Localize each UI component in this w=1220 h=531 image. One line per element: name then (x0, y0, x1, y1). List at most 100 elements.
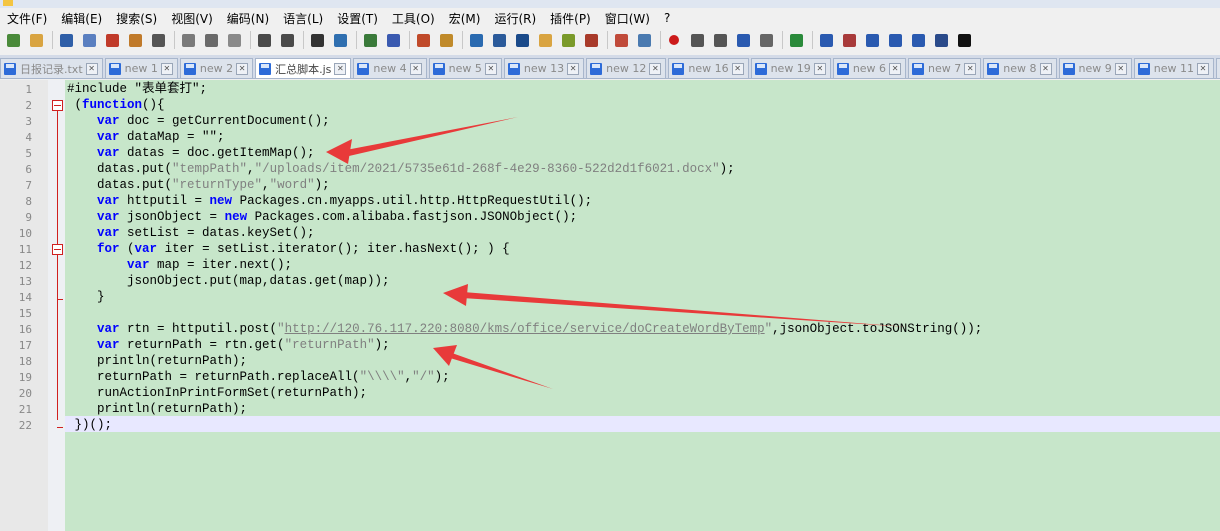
close-tab-icon[interactable]: ✕ (484, 62, 497, 75)
menu-item-10[interactable]: 插件(P) (543, 10, 598, 27)
indent-guide-icon[interactable] (512, 31, 532, 49)
replace-icon[interactable] (330, 31, 350, 49)
sync-vertical-icon[interactable] (413, 31, 433, 49)
close-tab-icon[interactable]: ✕ (889, 62, 902, 75)
folder-icon[interactable] (611, 31, 631, 49)
close-tab-icon[interactable]: ✕ (1196, 62, 1209, 75)
tab-4[interactable]: new 4 ✕ (353, 58, 427, 78)
tab-5[interactable]: new 5 ✕ (428, 58, 502, 78)
sync-horizontal-icon[interactable] (436, 31, 456, 49)
menu-item-11[interactable]: 窗口(W) (598, 10, 657, 27)
menu-item-4[interactable]: 编码(N) (220, 10, 276, 27)
new-file-icon[interactable] (3, 31, 23, 49)
tab-10[interactable]: new 6 ✕ (832, 58, 907, 78)
menu-item-0[interactable]: 文件(F) (0, 10, 54, 27)
code-line: var rtn = httputil.post("http://120.76.1… (67, 321, 982, 337)
menu-item-12[interactable]: ? (657, 11, 677, 25)
close-tab-icon[interactable]: ✕ (160, 62, 173, 75)
close-tab-icon[interactable]: ✕ (567, 62, 580, 75)
play-macro-icon[interactable] (710, 31, 730, 49)
menu-item-9[interactable]: 运行(R) (487, 10, 543, 27)
markdown-icon[interactable] (954, 31, 974, 49)
tab-13[interactable]: new 9 ✕ (1058, 58, 1132, 78)
zoom-out-icon[interactable] (383, 31, 403, 49)
list-icon[interactable] (816, 31, 836, 49)
close-tab-icon[interactable]: ✕ (409, 62, 422, 75)
monitor-icon[interactable] (634, 31, 654, 49)
menu-item-1[interactable]: 编辑(E) (54, 10, 109, 27)
close-tab-icon[interactable]: ✕ (731, 62, 744, 75)
code-line: var datas = doc.getItemMap(); (67, 145, 315, 161)
function-list-icon[interactable] (581, 31, 601, 49)
close-tab-icon[interactable]: ✕ (236, 62, 249, 75)
close-tab-icon[interactable]: ✕ (1039, 62, 1052, 75)
tab-1[interactable]: new 1 ✕ (104, 58, 178, 78)
fold-toggle-for[interactable] (52, 244, 63, 255)
tab-15[interactable]: new 15✕ (1215, 58, 1220, 78)
tab-9[interactable]: new 19 ✕ (750, 58, 831, 78)
tab-3[interactable]: 汇总脚本.js ✕ (255, 58, 352, 78)
tab-14[interactable]: new 11 ✕ (1133, 58, 1214, 78)
open-file-icon[interactable] (26, 31, 46, 49)
code-token: ); (374, 338, 390, 352)
down-icon[interactable] (885, 31, 905, 49)
tab-0[interactable]: 日报记录.txt ✕ (0, 58, 103, 78)
close-all-icon[interactable] (125, 31, 145, 49)
save-macro-icon[interactable] (756, 31, 776, 49)
close-tab-icon[interactable]: ✕ (1114, 62, 1127, 75)
code-token: datas.put( (67, 178, 173, 192)
tab-7[interactable]: new 12 ✕ (586, 58, 667, 78)
string-token: "returnType" (172, 178, 263, 192)
up-icon[interactable] (862, 31, 882, 49)
menu-item-7[interactable]: 工具(O) (385, 10, 442, 27)
sort-icon[interactable] (908, 31, 928, 49)
zoom-in-icon[interactable] (360, 31, 380, 49)
save-all-icon[interactable] (79, 31, 99, 49)
save-icon[interactable] (56, 31, 76, 49)
insert-icon[interactable] (786, 31, 806, 49)
format-icon[interactable] (839, 31, 859, 49)
close-tab-icon[interactable]: ✕ (813, 62, 826, 75)
show-all-chars-icon[interactable] (489, 31, 509, 49)
fold-toggle-function[interactable] (52, 100, 63, 111)
close-tab-icon[interactable]: ✕ (334, 62, 347, 75)
cut-icon[interactable] (178, 31, 198, 49)
find-icon[interactable] (307, 31, 327, 49)
url-link[interactable]: http://120.76.117.220:8080/kms/office/se… (285, 322, 765, 336)
menu-item-2[interactable]: 搜索(S) (109, 10, 164, 27)
menu-item-3[interactable]: 视图(V) (164, 10, 220, 27)
close-icon[interactable] (102, 31, 122, 49)
code-token: (){ (142, 98, 165, 112)
record-macro-icon[interactable] (664, 31, 684, 49)
menu-item-5[interactable]: 语言(L) (276, 10, 330, 27)
code-token: map = iter.next(); (149, 258, 293, 272)
menu-item-6[interactable]: 设置(T) (330, 10, 385, 27)
redo-icon[interactable] (277, 31, 297, 49)
code-token: setList = datas.keySet(); (119, 226, 315, 240)
tab-11[interactable]: new 7 ✕ (908, 58, 982, 78)
tab-2[interactable]: new 2 ✕ (179, 58, 254, 78)
keyword-token: function (82, 98, 143, 112)
tab-6[interactable]: new 13 ✕ (503, 58, 585, 78)
code-token: datas.put( (67, 162, 173, 176)
doc-map-icon[interactable] (558, 31, 578, 49)
close-tab-icon[interactable]: ✕ (649, 62, 662, 75)
line-number: 4 (25, 131, 32, 144)
paste-icon[interactable] (224, 31, 244, 49)
folder-workspace-icon[interactable] (535, 31, 555, 49)
stop-macro-icon[interactable] (687, 31, 707, 49)
menu-item-8[interactable]: 宏(M) (442, 10, 488, 27)
tab-8[interactable]: new 16 ✕ (668, 58, 749, 78)
string-token: "\\\\" (359, 370, 405, 384)
undo-icon[interactable] (254, 31, 274, 49)
toolbar-separator (660, 31, 661, 49)
code-editor[interactable]: #include "表单套打"; (function(){ var doc = … (65, 80, 1220, 531)
close-tab-icon[interactable]: ✕ (964, 62, 977, 75)
tab-12[interactable]: new 8 ✕ (983, 58, 1057, 78)
columns-icon[interactable] (931, 31, 951, 49)
close-tab-icon[interactable]: ✕ (85, 62, 98, 75)
word-wrap-icon[interactable] (466, 31, 486, 49)
run-multiple-icon[interactable] (733, 31, 753, 49)
print-icon[interactable] (148, 31, 168, 49)
copy-icon[interactable] (201, 31, 221, 49)
